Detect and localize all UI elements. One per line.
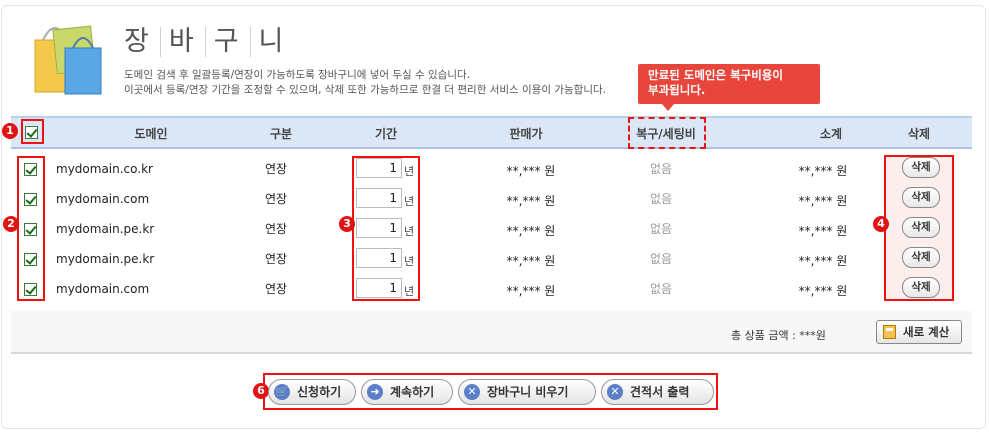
- header-price: 판매가: [509, 127, 543, 141]
- row-price: **,*** 원: [506, 284, 556, 298]
- marker-1: 1: [2, 123, 18, 139]
- row-type: 연장: [264, 192, 288, 206]
- empty-cart-label: 장바구니 비우기: [487, 385, 569, 399]
- calculator-icon: [883, 325, 896, 339]
- table-row: mydomain.pe.kr 연장 년 **,*** 원 없음 **,*** 원…: [11, 214, 972, 244]
- row-type: 연장: [264, 222, 288, 236]
- marker-4: 4: [873, 216, 889, 232]
- total-amount: 총 상품 금액 : ***원: [731, 329, 826, 342]
- row-subtotal: **,*** 원: [798, 284, 848, 298]
- close-icon: ✕: [464, 384, 480, 400]
- tooltip-line: 부과됩니다.: [648, 83, 706, 97]
- row-price: **,*** 원: [506, 224, 556, 238]
- title-char: 장: [124, 27, 161, 57]
- title-char: 바: [161, 27, 206, 57]
- recalculate-button[interactable]: 새로 계산: [876, 320, 962, 344]
- marker-6: 6: [253, 383, 269, 399]
- select-all-highlight: [21, 119, 44, 144]
- description-line: 이곳에서 등록/연장 기간을 조정할 수 있으며, 삭제 또한 가능하므로 한결…: [124, 84, 606, 96]
- row-restore-fee: 없음: [649, 192, 673, 206]
- title-char: 니: [258, 26, 287, 57]
- header-domain: 도메인: [134, 127, 168, 141]
- row-checkbox-highlight: [17, 156, 45, 301]
- page-description: 도메인 검색 후 일괄등록/연장이 가능하도록 장바구니에 넣어 두실 수 있습…: [124, 68, 606, 98]
- apply-label: 신청하기: [297, 385, 342, 399]
- table-header: 도메인 구분 기간 판매가 복구/세팅비 소계 삭제: [11, 116, 972, 149]
- row-subtotal: **,*** 원: [798, 254, 848, 268]
- period-highlight: [352, 156, 420, 301]
- row-type: 연장: [264, 162, 288, 176]
- empty-cart-button[interactable]: ✕ 장바구니 비우기: [458, 379, 596, 405]
- table-row: mydomain.com 연장 년 **,*** 원 없음 **,*** 원 삭…: [11, 184, 972, 214]
- domain-name: mydomain.com: [56, 192, 150, 206]
- shopping-bag-icon: [34, 25, 102, 95]
- apply-button[interactable]: 🛒 신청하기: [268, 379, 356, 405]
- row-restore-fee: 없음: [649, 222, 673, 236]
- row-subtotal: **,*** 원: [798, 164, 848, 178]
- row-restore-fee: 없음: [649, 162, 673, 176]
- arrow-right-icon: ➜: [367, 384, 383, 400]
- continue-shopping-button[interactable]: ➜ 계속하기: [361, 379, 453, 405]
- header-delete: 삭제: [907, 127, 931, 141]
- header-subtotal: 소계: [819, 127, 843, 141]
- header-type: 구분: [269, 127, 293, 141]
- header-period: 기간: [374, 127, 398, 141]
- domain-name: mydomain.pe.kr: [56, 252, 155, 266]
- recalculate-label: 새로 계산: [903, 325, 950, 339]
- close-icon: ✕: [607, 384, 623, 400]
- row-price: **,*** 원: [506, 254, 556, 268]
- row-type: 연장: [264, 252, 288, 266]
- domain-name: mydomain.pe.kr: [56, 222, 155, 236]
- domain-name: mydomain.com: [56, 282, 150, 296]
- row-type: 연장: [264, 282, 288, 296]
- print-quote-label: 견적서 출력: [630, 385, 690, 399]
- row-restore-fee: 없음: [649, 252, 673, 266]
- continue-label: 계속하기: [390, 385, 435, 399]
- table-row: mydomain.co.kr 연장 년 **,*** 원 없음 **,*** 원…: [11, 154, 972, 184]
- restore-fee-highlight: [628, 117, 706, 149]
- delete-highlight: [884, 155, 954, 301]
- marker-3: 3: [339, 216, 355, 232]
- title-char: 구: [206, 27, 251, 57]
- cart-icon: 🛒: [274, 384, 290, 400]
- row-price: **,*** 원: [506, 164, 556, 178]
- table-row: mydomain.pe.kr 연장 년 **,*** 원 없음 **,*** 원…: [11, 244, 972, 274]
- marker-2: 2: [3, 216, 19, 232]
- table-row: mydomain.com 연장 년 **,*** 원 없음 **,*** 원 삭…: [11, 274, 972, 304]
- row-restore-fee: 없음: [649, 282, 673, 296]
- tooltip-line: 만료된 도메인은 복구비용이: [648, 68, 783, 82]
- page-title: 장바구니: [124, 26, 294, 57]
- domain-name: mydomain.co.kr: [56, 162, 153, 176]
- row-subtotal: **,*** 원: [798, 224, 848, 238]
- total-bar: 총 상품 금액 : ***원: [11, 311, 972, 354]
- restore-fee-tooltip: 만료된 도메인은 복구비용이 부과됩니다.: [638, 64, 820, 111]
- print-quote-button[interactable]: ✕ 견적서 출력: [601, 379, 714, 405]
- row-subtotal: **,*** 원: [798, 194, 848, 208]
- row-price: **,*** 원: [506, 194, 556, 208]
- description-line: 도메인 검색 후 일괄등록/연장이 가능하도록 장바구니에 넣어 두실 수 있습…: [124, 69, 471, 81]
